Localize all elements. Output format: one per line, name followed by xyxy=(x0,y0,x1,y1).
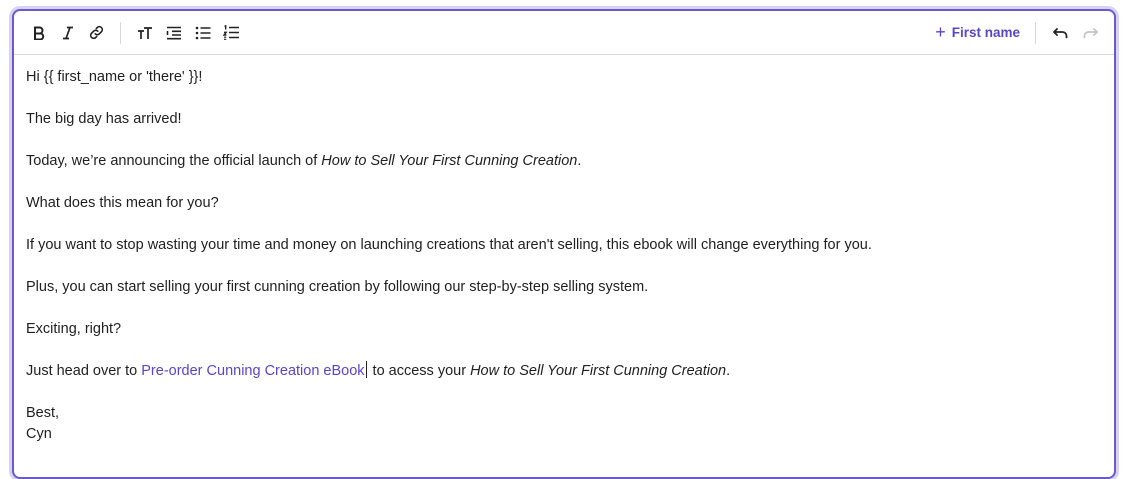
paragraph: What does this mean for you? xyxy=(26,195,219,211)
paragraph: Plus, you can start selling your first c… xyxy=(26,279,649,295)
toolbar-divider xyxy=(120,21,121,44)
ebook-title: How to Sell Your First Cunning Creation xyxy=(470,363,727,379)
greeting-paragraph: Hi {{ first_name or 'there' }}! xyxy=(26,69,203,85)
undo-icon[interactable] xyxy=(1046,18,1075,47)
indent-list-icon[interactable] xyxy=(159,18,188,47)
text-size-icon[interactable] xyxy=(130,18,159,47)
text-caret xyxy=(365,361,367,378)
preorder-link[interactable]: Pre-order Cunning Creation eBook xyxy=(141,363,364,379)
ebook-title: How to Sell Your First Cunning Creation xyxy=(321,153,578,169)
paragraph: Just head over to Pre-order Cunning Crea… xyxy=(26,361,731,379)
italic-icon[interactable] xyxy=(53,18,82,47)
paragraph: Exciting, right? xyxy=(26,321,122,337)
insert-first-name-label: First name xyxy=(951,25,1020,40)
numbered-list-icon[interactable] xyxy=(217,18,246,47)
editor-toolbar: + First name xyxy=(14,11,1114,55)
paragraph: The big day has arrived! xyxy=(26,111,182,127)
signoff-paragraph: Best, Cyn xyxy=(26,405,60,442)
email-editor[interactable]: + First name Hi {{ first_name or 'there'… xyxy=(12,9,1116,479)
link-icon[interactable] xyxy=(82,18,111,47)
bold-icon[interactable] xyxy=(24,18,53,47)
paragraph: If you want to stop wasting your time an… xyxy=(26,237,872,253)
plus-icon: + xyxy=(935,21,946,42)
signature: Cyn xyxy=(26,426,52,442)
email-body[interactable]: Hi {{ first_name or 'there' }}! The big … xyxy=(14,55,1114,445)
redo-icon[interactable] xyxy=(1075,18,1104,47)
bullet-list-icon[interactable] xyxy=(188,18,217,47)
toolbar-divider xyxy=(1035,21,1036,44)
paragraph: Today, we’re announcing the official lau… xyxy=(26,153,582,169)
insert-first-name-button[interactable]: + First name xyxy=(929,21,1026,42)
